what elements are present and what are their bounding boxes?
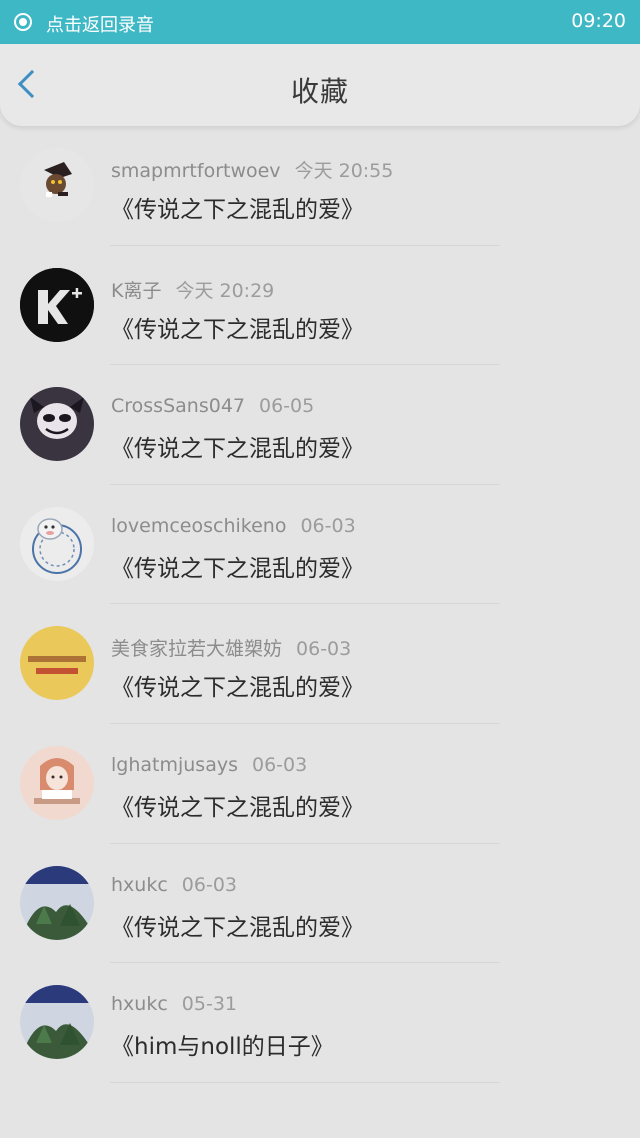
avatar[interactable] [20, 267, 94, 342]
list-item[interactable]: CrossSans047 06-05 《传说之下之混乱的爱》 [0, 365, 640, 485]
item-meta: lovemceoschikeno 06-03 [111, 515, 356, 537]
avatar[interactable] [20, 865, 94, 940]
list-item[interactable]: hxukc 06-03 《传说之下之混乱的爱》 [0, 844, 640, 964]
timestamp: 06-05 [259, 395, 315, 418]
username[interactable]: 美食家拉若大雄槊妨 [111, 638, 282, 660]
avatar[interactable] [20, 387, 94, 462]
timestamp: 今天 20:55 [294, 160, 394, 182]
list-item[interactable]: K离子 今天 20:29 《传说之下之混乱的爱》 [0, 246, 640, 366]
timestamp: 06-03 [300, 514, 356, 537]
header: 收藏 [0, 44, 640, 126]
item-meta: hxukc 06-03 [111, 874, 237, 896]
work-title[interactable]: 《传说之下之混乱的爱》 [111, 190, 364, 224]
page-title: 收藏 [290, 75, 349, 108]
item-meta: lghatmjusays 06-03 [111, 754, 307, 776]
record-icon[interactable] [14, 13, 32, 31]
item-meta: K离子 今天 20:29 [111, 276, 274, 303]
username[interactable]: smapmrtfortwoev [111, 160, 281, 182]
username[interactable]: CrossSans047 [111, 395, 245, 417]
status-bar[interactable]: 点击返回录音 09:20 [0, 0, 640, 44]
timestamp: 05-31 [181, 993, 237, 1016]
username[interactable]: lghatmjusays [111, 754, 238, 776]
timestamp: 今天 20:29 [175, 279, 275, 302]
return-recording-label[interactable]: 点击返回录音 [46, 11, 154, 37]
work-title[interactable]: 《传说之下之混乱的爱》 [111, 429, 364, 463]
timestamp: 06-03 [252, 753, 308, 776]
item-meta: hxukc 05-31 [111, 993, 237, 1015]
work-title[interactable]: 《传说之下之混乱的爱》 [111, 668, 364, 702]
avatar[interactable] [20, 626, 94, 701]
avatar[interactable] [20, 148, 94, 222]
favorites-list: smapmrtfortwoev 今天 20:55 《传说之下之混乱的爱》 K离子今… [0, 126, 640, 1083]
work-title[interactable]: 《传说之下之混乱的爱》 [111, 310, 364, 344]
status-time: 09:20 [571, 10, 626, 32]
list-item[interactable]: lovemceoschikeno 06-03 《传说之下之混乱的爱》 [0, 485, 640, 605]
list-item[interactable]: smapmrtfortwoev 今天 20:55 《传说之下之混乱的爱》 [0, 126, 640, 246]
list-item[interactable]: hxukc 05-31 《him与noll的日子》 [0, 963, 640, 1083]
username[interactable]: K离子 [111, 280, 161, 302]
work-title[interactable]: 《传说之下之混乱的爱》 [111, 549, 364, 583]
work-title[interactable]: 《传说之下之混乱的爱》 [111, 788, 364, 822]
timestamp: 06-03 [296, 638, 352, 661]
work-title[interactable]: 《him与noll的日子》 [111, 1027, 334, 1061]
avatar[interactable] [20, 506, 94, 581]
item-meta: 美食家拉若大雄槊妨 06-03 [111, 634, 351, 661]
username[interactable]: lovemceoschikeno [111, 515, 286, 537]
list-item[interactable]: 美食家拉若大雄槊妨 06-03 《传说之下之混乱的爱》 [0, 604, 640, 724]
item-meta: smapmrtfortwoev 今天 20:55 [111, 156, 393, 183]
list-item[interactable]: lghatmjusays 06-03 《传说之下之混乱的爱》 [0, 724, 640, 844]
avatar[interactable] [20, 745, 94, 820]
avatar[interactable] [20, 985, 94, 1060]
item-meta: CrossSans047 06-05 [111, 395, 314, 417]
username[interactable]: hxukc [111, 993, 168, 1015]
timestamp: 06-03 [181, 873, 237, 896]
username[interactable]: hxukc [111, 874, 168, 896]
work-title[interactable]: 《传说之下之混乱的爱》 [111, 908, 364, 942]
